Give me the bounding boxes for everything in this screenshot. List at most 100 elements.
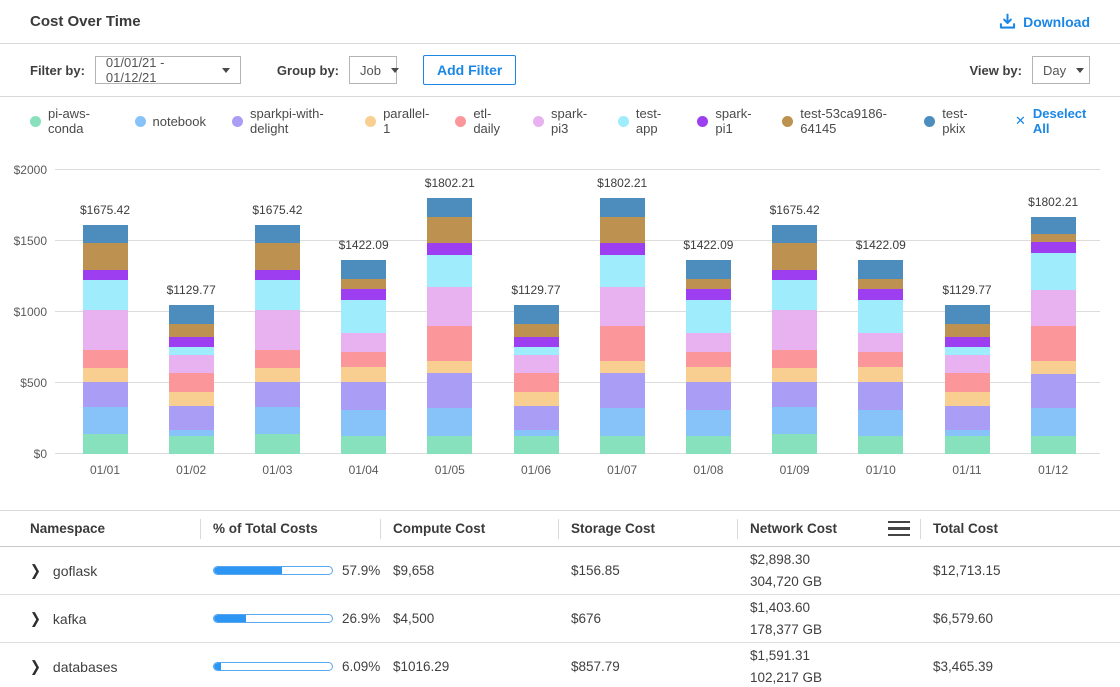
- bar-segment-test-pkix[interactable]: [858, 260, 903, 278]
- bar-segment-spark-pi1[interactable]: [600, 243, 645, 255]
- bar-segment-test-pkix[interactable]: [772, 225, 817, 243]
- bar-segment-pi-aws-conda[interactable]: [427, 436, 472, 454]
- bar-segment-sparkpi-with-delight[interactable]: [341, 382, 386, 410]
- bar-segment-pi-aws-conda[interactable]: [772, 434, 817, 454]
- bar-segment-spark-pi1[interactable]: [427, 243, 472, 255]
- bar-segment-test-app[interactable]: [945, 347, 990, 355]
- bar-segment-test-53ca9186-64145[interactable]: [169, 324, 214, 337]
- bar-segment-test-app[interactable]: [169, 347, 214, 355]
- bar-segment-etl-daily[interactable]: [83, 350, 128, 368]
- bar-segment-test-53ca9186-64145[interactable]: [772, 243, 817, 270]
- add-filter-button[interactable]: Add Filter: [423, 55, 516, 85]
- bar-segment-sparkpi-with-delight[interactable]: [858, 382, 903, 410]
- bar-segment-test-app[interactable]: [1031, 253, 1076, 290]
- bar-segment-test-pkix[interactable]: [341, 260, 386, 278]
- bar-segment-sparkpi-with-delight[interactable]: [83, 382, 128, 408]
- bar-segment-etl-daily[interactable]: [600, 326, 645, 362]
- bar-segment-spark-pi1[interactable]: [169, 337, 214, 347]
- bar-segment-parallel-1[interactable]: [686, 367, 731, 382]
- bar-segment-etl-daily[interactable]: [169, 373, 214, 392]
- bar-segment-etl-daily[interactable]: [945, 373, 990, 392]
- legend-item-test-53ca9186-64145[interactable]: test-53ca9186-64145: [782, 106, 898, 136]
- bar-segment-test-53ca9186-64145[interactable]: [427, 217, 472, 244]
- bar-segment-test-pkix[interactable]: [255, 225, 300, 243]
- legend-item-test-app[interactable]: test-app: [618, 106, 672, 136]
- bar-segment-spark-pi3[interactable]: [514, 355, 559, 373]
- bar-segment-parallel-1[interactable]: [427, 361, 472, 373]
- bar-segment-etl-daily[interactable]: [1031, 326, 1076, 362]
- bar-segment-pi-aws-conda[interactable]: [858, 436, 903, 454]
- bar-segment-test-pkix[interactable]: [600, 198, 645, 217]
- bar-segment-etl-daily[interactable]: [858, 352, 903, 367]
- bar-segment-test-53ca9186-64145[interactable]: [945, 324, 990, 337]
- bar-segment-pi-aws-conda[interactable]: [169, 436, 214, 454]
- view-by-select[interactable]: Day: [1032, 56, 1090, 84]
- bar-segment-pi-aws-conda[interactable]: [1031, 436, 1076, 454]
- bar-segment-sparkpi-with-delight[interactable]: [1031, 374, 1076, 409]
- bar-segment-test-pkix[interactable]: [686, 260, 731, 278]
- bar-segment-parallel-1[interactable]: [341, 367, 386, 382]
- bar-segment-spark-pi3[interactable]: [858, 333, 903, 351]
- expand-row-chevron-icon[interactable]: ❯: [30, 657, 41, 675]
- download-button[interactable]: Download: [999, 13, 1090, 30]
- bar-segment-parallel-1[interactable]: [255, 368, 300, 381]
- bar-segment-test-app[interactable]: [686, 300, 731, 333]
- column-header-compute-cost[interactable]: Compute Cost: [380, 511, 558, 546]
- bar-segment-spark-pi3[interactable]: [686, 333, 731, 351]
- bar-segment-test-pkix[interactable]: [427, 198, 472, 217]
- bar-segment-notebook[interactable]: [341, 410, 386, 436]
- bar-segment-test-pkix[interactable]: [945, 305, 990, 324]
- bar-segment-parallel-1[interactable]: [514, 392, 559, 406]
- bar-segment-sparkpi-with-delight[interactable]: [514, 406, 559, 430]
- column-header-namespace[interactable]: Namespace: [30, 511, 200, 546]
- bar-segment-sparkpi-with-delight[interactable]: [945, 406, 990, 430]
- column-header-storage-cost[interactable]: Storage Cost: [558, 511, 737, 546]
- legend-item-notebook[interactable]: notebook: [135, 114, 207, 129]
- bar-segment-test-pkix[interactable]: [169, 305, 214, 324]
- bar-segment-sparkpi-with-delight[interactable]: [255, 382, 300, 408]
- bar-segment-spark-pi3[interactable]: [255, 310, 300, 350]
- bar-segment-pi-aws-conda[interactable]: [341, 436, 386, 454]
- bar-segment-spark-pi3[interactable]: [945, 355, 990, 373]
- bar-segment-notebook[interactable]: [255, 407, 300, 434]
- bar-segment-pi-aws-conda[interactable]: [686, 436, 731, 454]
- bar-segment-parallel-1[interactable]: [169, 392, 214, 406]
- bar-segment-spark-pi3[interactable]: [83, 310, 128, 350]
- bar-segment-notebook[interactable]: [600, 408, 645, 436]
- bar-segment-test-app[interactable]: [858, 300, 903, 333]
- bar-segment-sparkpi-with-delight[interactable]: [686, 382, 731, 410]
- bar-segment-etl-daily[interactable]: [255, 350, 300, 368]
- bar-segment-notebook[interactable]: [686, 410, 731, 436]
- bar-segment-spark-pi1[interactable]: [1031, 242, 1076, 253]
- bar-segment-spark-pi1[interactable]: [83, 270, 128, 280]
- bar-segment-notebook[interactable]: [945, 430, 990, 436]
- bar-segment-spark-pi3[interactable]: [600, 287, 645, 325]
- legend-item-pi-aws-conda[interactable]: pi-aws-conda: [30, 106, 109, 136]
- bar-segment-notebook[interactable]: [169, 430, 214, 436]
- bar-segment-notebook[interactable]: [83, 407, 128, 434]
- bar-segment-notebook[interactable]: [514, 430, 559, 436]
- expand-row-chevron-icon[interactable]: ❯: [30, 561, 41, 579]
- column-header-network-cost[interactable]: Network Cost: [737, 511, 920, 546]
- bar-segment-pi-aws-conda[interactable]: [945, 436, 990, 454]
- group-by-select[interactable]: Job: [349, 56, 397, 84]
- bar-segment-test-app[interactable]: [255, 280, 300, 310]
- bar-segment-parallel-1[interactable]: [83, 368, 128, 381]
- bar-segment-spark-pi3[interactable]: [772, 310, 817, 350]
- bar-segment-test-pkix[interactable]: [1031, 217, 1076, 234]
- bar-segment-test-53ca9186-64145[interactable]: [858, 279, 903, 289]
- bar-segment-parallel-1[interactable]: [600, 361, 645, 373]
- bar-segment-pi-aws-conda[interactable]: [514, 436, 559, 454]
- bar-segment-spark-pi3[interactable]: [341, 333, 386, 351]
- bar-segment-spark-pi1[interactable]: [255, 270, 300, 280]
- bar-segment-notebook[interactable]: [772, 407, 817, 434]
- legend-item-sparkpi-with-delight[interactable]: sparkpi-with-delight: [232, 106, 339, 136]
- column-menu-icon[interactable]: [888, 519, 910, 539]
- bar-segment-test-app[interactable]: [83, 280, 128, 310]
- bar-segment-etl-daily[interactable]: [686, 352, 731, 367]
- bar-segment-etl-daily[interactable]: [772, 350, 817, 368]
- bar-segment-sparkpi-with-delight[interactable]: [169, 406, 214, 430]
- date-range-select[interactable]: 01/01/21 - 01/12/21: [95, 56, 241, 84]
- bar-segment-etl-daily[interactable]: [427, 326, 472, 362]
- bar-segment-notebook[interactable]: [427, 408, 472, 436]
